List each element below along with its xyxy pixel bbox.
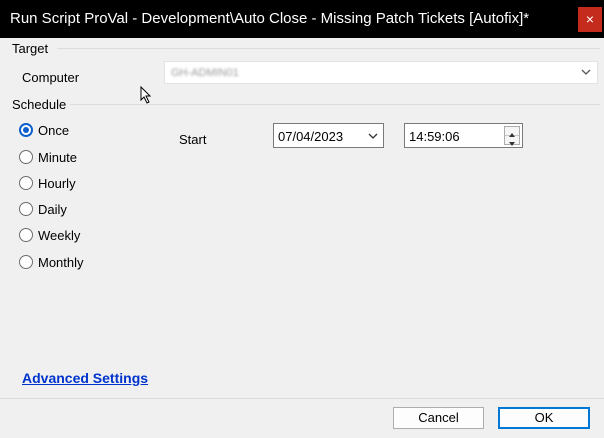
radio-weekly[interactable] [19,228,33,242]
radio-once-label[interactable]: Once [38,123,69,138]
radio-minute[interactable] [19,150,33,164]
radio-minute-label[interactable]: Minute [38,150,77,165]
radio-monthly-label[interactable]: Monthly [38,255,84,270]
computer-label: Computer [22,70,80,85]
computer-dropdown[interactable]: GH-ADMIN01 [164,61,598,84]
close-button[interactable]: × [578,7,602,32]
ok-button[interactable]: OK [498,407,590,429]
radio-monthly[interactable] [19,255,33,269]
chevron-down-icon [581,69,591,75]
schedule-group-line [70,104,600,105]
radio-hourly[interactable] [19,176,33,190]
target-group-line [57,48,600,49]
advanced-settings-link[interactable]: Advanced Settings [22,370,148,386]
start-label: Start [179,132,207,147]
time-spinner[interactable] [504,126,520,146]
window-title: Run Script ProVal - Development\Auto Clo… [10,10,530,27]
start-date-value: 07/04/2023 [278,129,344,144]
spin-up-button[interactable] [505,127,519,137]
computer-value: GH-ADMIN01 [171,67,239,79]
radio-once[interactable] [19,123,33,137]
radio-hourly-label[interactable]: Hourly [38,176,76,191]
dialog-footer: Cancel OK [0,398,604,438]
target-group-label: Target [12,41,51,56]
start-date-picker[interactable]: 07/04/2023 [273,123,384,148]
cancel-button[interactable]: Cancel [393,407,484,429]
radio-weekly-label[interactable]: Weekly [38,228,80,243]
spin-down-button[interactable] [505,136,519,146]
radio-daily-label[interactable]: Daily [38,202,67,217]
caret-down-icon [509,142,515,146]
chevron-down-icon[interactable] [366,129,380,143]
mouse-cursor-icon [140,86,152,104]
close-icon: × [585,11,595,27]
start-time-picker[interactable]: 14:59:06 [404,123,523,148]
radio-daily[interactable] [19,202,33,216]
start-time-value: 14:59:06 [409,129,460,144]
schedule-group-label: Schedule [12,97,69,112]
title-bar[interactable]: Run Script ProVal - Development\Auto Clo… [0,0,604,38]
